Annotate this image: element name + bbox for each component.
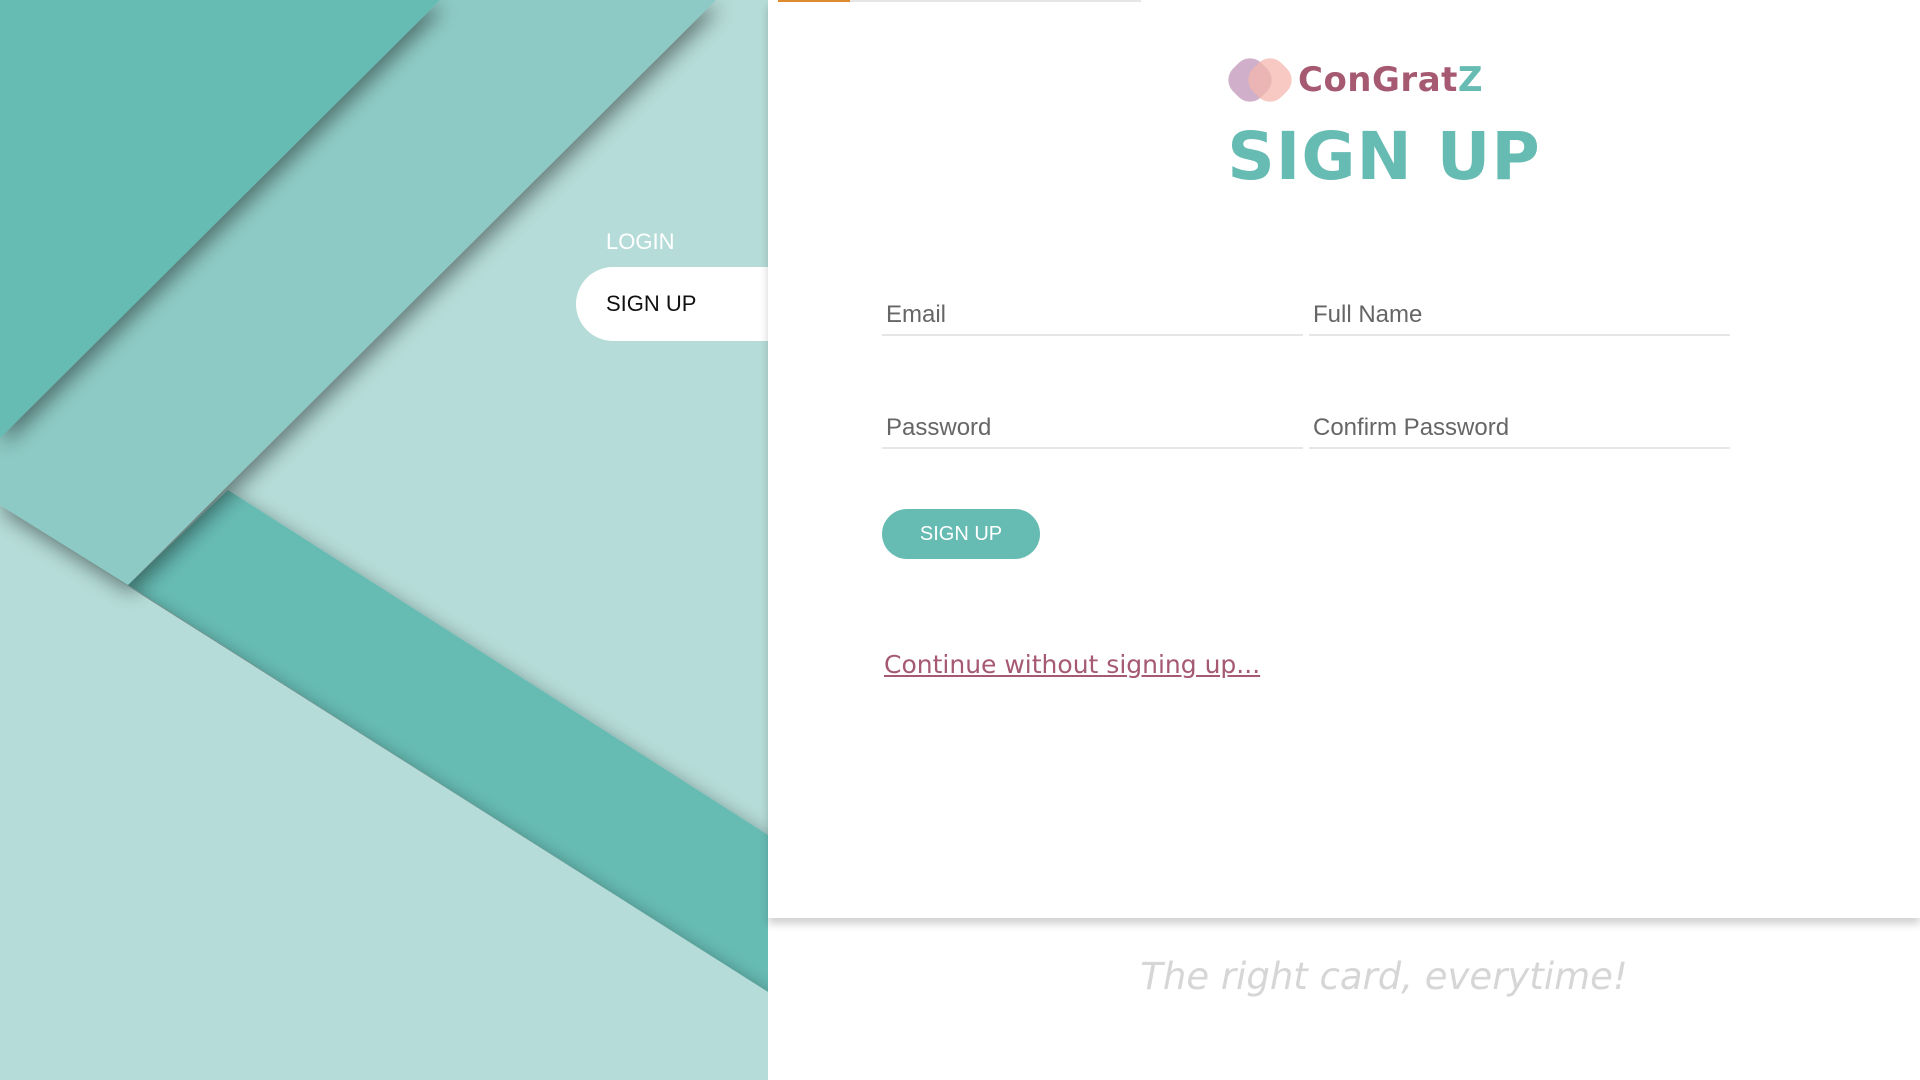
page-title: SIGN UP <box>1227 118 1541 195</box>
tab-signup[interactable]: SIGN UP <box>576 267 768 341</box>
decorative-background-panel <box>0 0 768 1080</box>
confirm-password-field[interactable] <box>1309 409 1730 449</box>
brand-logo-group: ConGratZ <box>1228 52 1483 108</box>
geometric-background-art <box>0 0 768 1080</box>
email-field[interactable] <box>882 296 1303 336</box>
top-progress-line <box>778 0 1141 2</box>
tab-login[interactable]: LOGIN <box>606 229 674 255</box>
signup-page: LOGIN SIGN UP ConGratZ SIGN UP SIGN UP C… <box>0 0 1920 1080</box>
tagline: The right card, everytime! <box>1140 955 1628 998</box>
overlapping-circles-logo-icon <box>1228 56 1292 104</box>
tab-signup-label: SIGN UP <box>606 291 697 316</box>
full-name-field[interactable] <box>1309 296 1730 336</box>
sign-up-button[interactable]: SIGN UP <box>882 509 1040 559</box>
password-field[interactable] <box>882 409 1303 449</box>
continue-without-signup-link[interactable]: Continue without signing up... <box>884 650 1260 679</box>
brand-name: ConGratZ <box>1298 60 1483 100</box>
brand-name-main: ConGrat <box>1298 60 1458 100</box>
top-progress-accent <box>778 0 850 2</box>
brand-name-accent: Z <box>1457 60 1484 100</box>
